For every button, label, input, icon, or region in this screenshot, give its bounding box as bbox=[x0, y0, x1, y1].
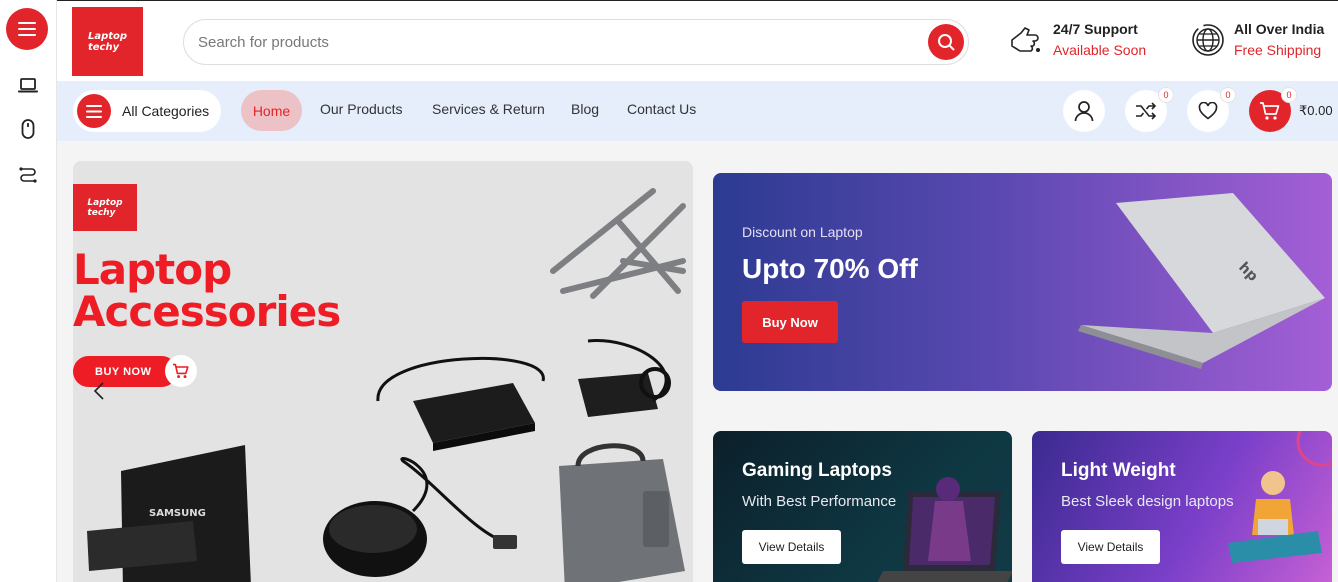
all-categories-label: All Categories bbox=[122, 103, 210, 119]
account-button[interactable] bbox=[1063, 90, 1105, 132]
search-icon bbox=[938, 34, 955, 51]
promo-laptop-subtitle: Discount on Laptop bbox=[742, 224, 863, 240]
support-title: 24/7 Support bbox=[1053, 21, 1138, 37]
site-logo[interactable]: Laptop techy bbox=[72, 7, 143, 76]
nav-contact-us[interactable]: Contact Us bbox=[627, 101, 696, 117]
ssd-image: SAMSUNG bbox=[87, 445, 251, 582]
logo-text: Laptop techy bbox=[88, 31, 127, 53]
nav-services-return[interactable]: Services & Return bbox=[432, 101, 545, 117]
mouse-icon[interactable] bbox=[16, 117, 40, 141]
globe-icon bbox=[1188, 20, 1228, 60]
search-button[interactable] bbox=[928, 24, 964, 60]
nav-home[interactable]: Home bbox=[241, 90, 302, 131]
promo-laptop-buy-button[interactable]: Buy Now bbox=[742, 301, 838, 343]
logo-line1: Laptop bbox=[87, 30, 128, 42]
nav-blog[interactable]: Blog bbox=[571, 101, 599, 117]
promo-light-subtitle: Best Sleek design laptops bbox=[1061, 493, 1234, 510]
laptop-sleeve-image bbox=[559, 443, 685, 582]
charger-image bbox=[578, 339, 671, 417]
laptop-stand-image bbox=[550, 188, 686, 299]
header-top: Laptop techy 24/7 Support Available Soon bbox=[57, 0, 1338, 81]
all-categories-button[interactable]: All Categories bbox=[73, 90, 221, 132]
page: Laptop techy 24/7 Support Available Soon bbox=[0, 0, 1338, 582]
hero-title-line1: Laptop bbox=[73, 245, 232, 294]
shipping-title: All Over India bbox=[1234, 21, 1325, 37]
promo-gaming-title: Gaming Laptops bbox=[742, 460, 892, 481]
user-icon bbox=[1074, 101, 1094, 122]
promo-laptop-discount[interactable]: hp Discount on Laptop Upto 70% Off Buy N… bbox=[713, 173, 1332, 391]
left-rail bbox=[0, 0, 57, 582]
hero-buy-now-button[interactable]: BUY NOW bbox=[73, 356, 177, 387]
categories-menu-icon bbox=[77, 94, 111, 128]
shipping-subtitle: Free Shipping bbox=[1234, 42, 1322, 58]
laptop-icon[interactable] bbox=[16, 74, 40, 98]
slider-prev-button[interactable] bbox=[91, 379, 107, 403]
hamburger-icon bbox=[18, 22, 36, 36]
mouse-image bbox=[323, 456, 517, 577]
hero-title: Laptop Accessories bbox=[73, 245, 341, 336]
promo-light-title: Light Weight bbox=[1061, 460, 1176, 481]
hero-title-line2: Accessories bbox=[73, 287, 341, 336]
chevron-left-icon bbox=[94, 382, 104, 400]
cart-total: ₹0.00 bbox=[1299, 103, 1333, 118]
hero-logo: Laptop techy bbox=[73, 184, 137, 231]
ssd-brand-label: SAMSUNG bbox=[149, 508, 206, 519]
rail-menu-button[interactable] bbox=[6, 8, 48, 50]
cart-count-badge: 0 bbox=[1281, 87, 1297, 103]
support-subtitle: Available Soon bbox=[1053, 42, 1147, 58]
promo-light-view-details-button[interactable]: View Details bbox=[1061, 530, 1160, 564]
compare-count-badge: 0 bbox=[1158, 87, 1174, 103]
shuffle-icon bbox=[1136, 102, 1157, 120]
hero-cart-icon bbox=[173, 363, 189, 379]
search-bar bbox=[183, 19, 969, 65]
heart-icon bbox=[1198, 102, 1218, 120]
promo-laptop-title: Upto 70% Off bbox=[742, 253, 918, 284]
support-hand-icon bbox=[1007, 20, 1047, 60]
logo-line2: techy bbox=[87, 41, 120, 53]
promo-light-weight[interactable]: Light Weight Best Sleek design laptops V… bbox=[1032, 431, 1332, 582]
cable-icon[interactable] bbox=[16, 162, 40, 186]
hero-logo-line1: Laptop bbox=[87, 197, 123, 208]
hero-slider[interactable]: SAMSUNG Laptop techy Laptop Accessories … bbox=[73, 161, 693, 582]
promo-gaming-view-details-button[interactable]: View Details bbox=[742, 530, 841, 564]
search-input[interactable] bbox=[198, 31, 898, 53]
nav-our-products[interactable]: Our Products bbox=[320, 101, 402, 117]
wishlist-count-badge: 0 bbox=[1220, 87, 1236, 103]
hero-logo-line2: techy bbox=[87, 207, 116, 218]
cart-icon bbox=[1260, 102, 1280, 120]
promo-gaming-laptops[interactable]: Gaming Laptops With Best Performance Vie… bbox=[713, 431, 1012, 582]
support-info: 24/7 Support Available Soon bbox=[1007, 19, 1146, 61]
external-hdd-image bbox=[376, 356, 545, 451]
shipping-info: All Over India Free Shipping bbox=[1188, 19, 1324, 61]
promo-gaming-subtitle: With Best Performance bbox=[742, 493, 897, 510]
hero-cart-badge bbox=[165, 355, 197, 387]
main-nav: All Categories Home Our Products Service… bbox=[57, 81, 1338, 141]
